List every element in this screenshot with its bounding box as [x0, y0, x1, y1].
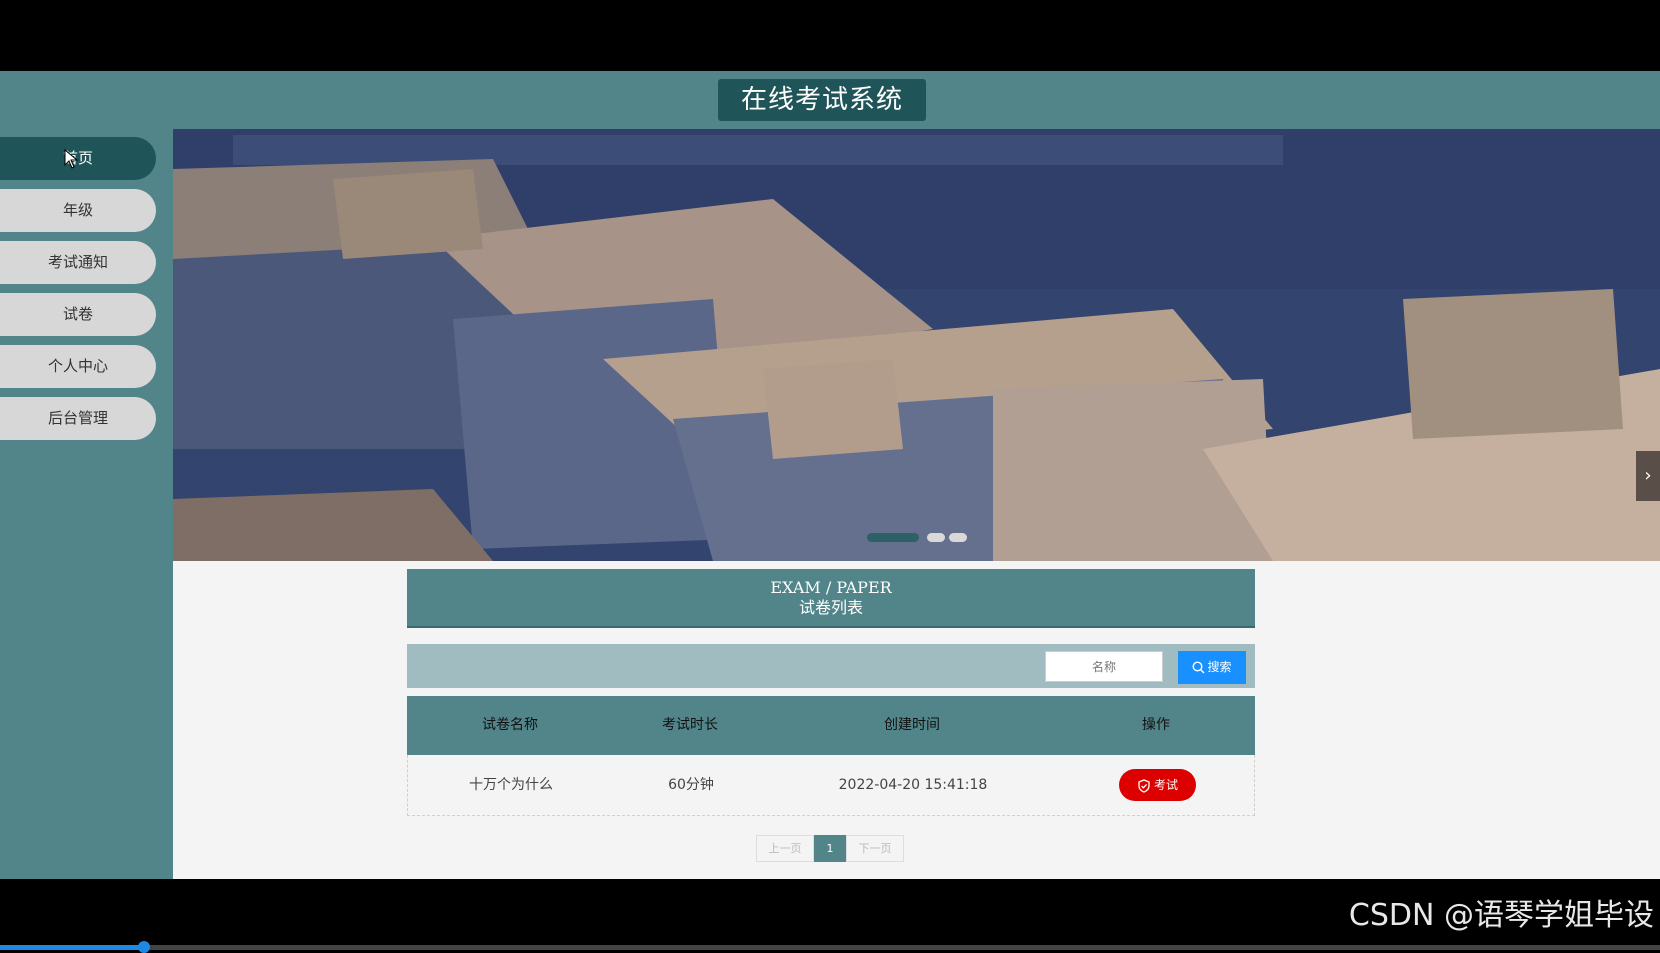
header: 在线考试系统	[0, 71, 1660, 130]
sidebar-item-papers[interactable]: 试卷	[0, 293, 156, 336]
watermark: CSDN @语琴学姐毕设	[1348, 898, 1654, 933]
sidebar-item-personal-center[interactable]: 个人中心	[0, 345, 156, 388]
take-exam-button[interactable]: 考试	[1119, 769, 1196, 801]
section-header: EXAM / PAPER 试卷列表	[407, 569, 1255, 628]
video-progress-handle[interactable]	[138, 941, 151, 953]
column-header-duration: 考试时长	[662, 717, 718, 733]
sidebar-item-home[interactable]: 首页	[0, 137, 156, 180]
prev-page-button[interactable]: 上一页	[756, 835, 814, 862]
cell-duration: 60分钟	[668, 777, 714, 793]
section-title-cn: 试卷列表	[798, 598, 863, 617]
search-input[interactable]	[1045, 651, 1163, 682]
shield-check-icon	[1138, 778, 1150, 793]
next-page-button[interactable]: 下一页	[846, 835, 904, 862]
table-header: 试卷名称 考试时长 创建时间 操作	[407, 696, 1255, 755]
column-header-action: 操作	[1142, 717, 1170, 733]
sidebar-item-grade[interactable]: 年级	[0, 189, 156, 232]
video-progress-fill	[0, 945, 145, 950]
carousel-dot-1[interactable]	[867, 533, 919, 542]
sidebar-item-admin[interactable]: 后台管理	[0, 397, 156, 440]
site-title: 在线考试系统	[718, 79, 926, 121]
search-button[interactable]: 搜索	[1178, 651, 1246, 684]
sidebar-item-exam-notice[interactable]: 考试通知	[0, 241, 156, 284]
cell-paper-name: 十万个为什么	[469, 777, 553, 793]
carousel-dot-2[interactable]	[927, 533, 945, 542]
app-window: 在线考试系统 首页 年级 考试通知 试卷 个人中心 后台管理 › EXAM / …	[0, 71, 1660, 879]
column-header-created: 创建时间	[884, 717, 940, 733]
table-row: 十万个为什么 60分钟 2022-04-20 15:41:18 考试	[407, 755, 1255, 816]
carousel-dot-3[interactable]	[949, 533, 967, 542]
paper-table: 试卷名称 考试时长 创建时间 操作 十万个为什么 60分钟 2022-04-20…	[407, 696, 1255, 816]
sidebar: 首页 年级 考试通知 试卷 个人中心 后台管理	[0, 129, 173, 879]
chevron-right-icon: ›	[1644, 465, 1652, 486]
take-exam-label: 考试	[1153, 778, 1178, 792]
search-icon	[1192, 661, 1206, 674]
mouse-cursor-icon	[64, 148, 79, 173]
video-progress-bar[interactable]	[0, 941, 1660, 953]
banner-carousel[interactable]: ›	[173, 129, 1660, 561]
banner-classroom-image	[173, 129, 1660, 561]
search-button-label: 搜索	[1207, 660, 1232, 674]
carousel-next-button[interactable]: ›	[1636, 451, 1660, 501]
section-title-en: EXAM / PAPER	[770, 578, 892, 597]
page-1-button[interactable]: 1	[814, 835, 846, 862]
cell-created-time: 2022-04-20 15:41:18	[838, 777, 988, 793]
search-bar: 搜索	[407, 644, 1255, 688]
column-header-name: 试卷名称	[482, 717, 538, 733]
